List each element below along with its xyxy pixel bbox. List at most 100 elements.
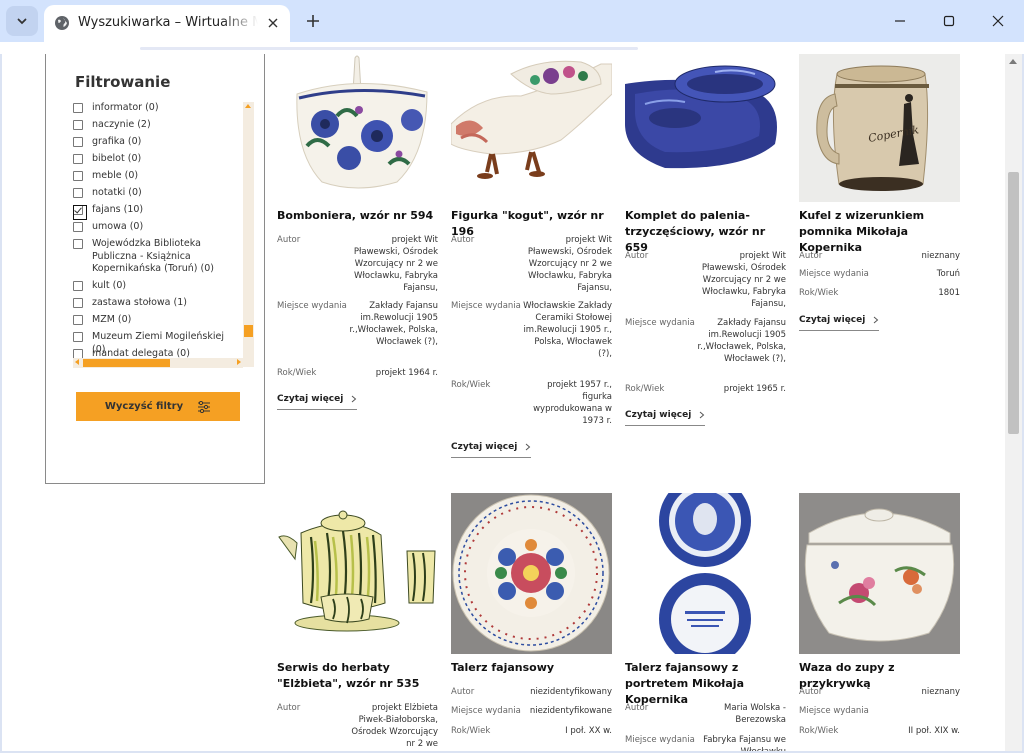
- checkbox[interactable]: [73, 298, 83, 308]
- filter-option[interactable]: bibelot (0): [73, 153, 238, 166]
- checkbox[interactable]: [73, 103, 83, 113]
- minimize-icon: [895, 20, 905, 22]
- checkbox[interactable]: [73, 315, 83, 325]
- author-label: Autor: [799, 251, 823, 261]
- filter-option[interactable]: Wojewódzka Biblioteka Publiczna - Książn…: [73, 238, 238, 276]
- item-image[interactable]: [625, 493, 786, 654]
- scroll-up-arrow-icon[interactable]: [245, 104, 251, 108]
- filter-option-label: kult (0): [92, 280, 127, 291]
- blue-floral-bowl-image: [277, 54, 438, 202]
- checkbox[interactable]: [73, 281, 83, 291]
- read-more-label: Czytaj więcej: [451, 442, 518, 452]
- read-more-link[interactable]: Czytaj więcej: [799, 315, 880, 331]
- filter-option[interactable]: informator (0): [73, 102, 238, 115]
- card-title[interactable]: Komplet do palenia-trzyczęściowy, wzór n…: [625, 208, 786, 256]
- author-value: niezidentyfikowany: [530, 687, 612, 697]
- card-title[interactable]: Serwis do herbaty "Elżbieta", wzór nr 53…: [277, 660, 438, 692]
- focused-checkbox-outline: [73, 205, 87, 220]
- filter-option[interactable]: notatki (0): [73, 187, 238, 200]
- active-tab[interactable]: Wyszukiwarka – Wirtualne Muzeum: [44, 5, 290, 42]
- year-label: Rok/Wiek: [799, 288, 839, 298]
- filter-option-label: zastawa stołowa (1): [92, 297, 187, 308]
- item-image[interactable]: [451, 493, 612, 654]
- checkbox[interactable]: [73, 137, 83, 147]
- filter-option-label: naczynie (2): [92, 119, 151, 130]
- item-image[interactable]: [277, 493, 438, 654]
- filter-scroll-thumb[interactable]: [244, 325, 253, 337]
- chevron-right-icon: [874, 316, 879, 324]
- new-tab-button[interactable]: [300, 8, 326, 34]
- year-value: 1801: [938, 288, 960, 298]
- page-scroll-thumb[interactable]: [1008, 172, 1019, 434]
- year-label: Rok/Wiek: [451, 726, 491, 736]
- maximize-button[interactable]: [926, 6, 972, 36]
- place-label: Miejsce wydania: [451, 706, 521, 716]
- year-value: II poł. XIX w.: [908, 726, 960, 736]
- soup-tureen-image: [799, 493, 960, 654]
- filter-option-label: fajans (10): [92, 204, 144, 215]
- close-window-button[interactable]: [975, 6, 1021, 36]
- item-image[interactable]: Copernik: [799, 54, 960, 215]
- minimize-button[interactable]: [877, 6, 923, 36]
- place-value: Włocławskie Zakłady Ceramiki Stołowej im…: [523, 301, 612, 359]
- read-more-link[interactable]: Czytaj więcej: [451, 442, 532, 458]
- filter-option[interactable]: grafika (0): [73, 136, 238, 149]
- filter-option[interactable]: zastawa stołowa (1): [73, 297, 238, 310]
- author-value: projekt Wit Pławewski, Ośrodek Wzorcując…: [527, 235, 612, 293]
- close-tab-button[interactable]: [264, 14, 282, 32]
- filter-option[interactable]: fajans (10): [73, 204, 238, 217]
- checkbox[interactable]: [73, 188, 83, 198]
- place-label: Miejsce wydania: [277, 301, 347, 311]
- filter-option-label: meble (0): [92, 170, 139, 181]
- filter-option[interactable]: meble (0): [73, 170, 238, 183]
- sliders-icon: [198, 400, 211, 413]
- read-more-link[interactable]: Czytaj więcej: [625, 410, 706, 426]
- checkbox[interactable]: [73, 239, 83, 249]
- item-image[interactable]: [451, 54, 612, 215]
- scroll-up-arrow-icon[interactable]: [1009, 59, 1017, 64]
- year-value: projekt 1964 r.: [375, 368, 438, 378]
- tab-search-button[interactable]: [6, 6, 38, 36]
- close-icon: [992, 15, 1004, 27]
- year-value: projekt 1957 r., figurka wyprodukowana w…: [533, 380, 612, 426]
- card-title[interactable]: Bomboniera, wzór nr 594: [277, 208, 438, 224]
- checkbox[interactable]: [73, 120, 83, 130]
- clear-filters-button[interactable]: Wyczyść filtry: [76, 392, 240, 421]
- page-scrollbar[interactable]: [1005, 54, 1022, 751]
- card-title[interactable]: Kufel z wizerunkiem pomnika Mikołaja Kop…: [799, 208, 960, 256]
- author-value: projekt Wit Pławewski, Ośrodek Wzorcując…: [701, 251, 786, 309]
- card-title[interactable]: Talerz fajansowy: [451, 660, 612, 676]
- filter-option[interactable]: naczynie (2): [73, 119, 238, 132]
- filter-option[interactable]: umowa (0): [73, 221, 238, 234]
- filter-list: informator (0) naczynie (2) grafika (0) bib…: [73, 102, 242, 367]
- scroll-right-arrow-icon[interactable]: [237, 359, 241, 365]
- item-image[interactable]: [799, 493, 960, 654]
- author-label: Autor: [451, 235, 475, 245]
- author-label: Autor: [625, 251, 649, 261]
- checkbox[interactable]: [73, 222, 83, 232]
- filter-option-label: grafika (0): [92, 136, 142, 147]
- scroll-left-arrow-icon[interactable]: [75, 359, 79, 365]
- author-label: Autor: [799, 687, 823, 697]
- read-more-link[interactable]: Czytaj więcej: [277, 394, 358, 410]
- card-title[interactable]: Talerz fajansowy z portretem Mikołaja Ko…: [625, 660, 786, 708]
- checkbox[interactable]: [73, 332, 83, 342]
- author-label: Autor: [277, 703, 301, 713]
- chevron-right-icon: [526, 443, 531, 451]
- filter-list-hscrollbar[interactable]: [73, 358, 243, 368]
- chevron-right-icon: [700, 411, 705, 419]
- checkbox[interactable]: [73, 154, 83, 164]
- filter-list-scrollbar[interactable]: [243, 102, 254, 367]
- item-image[interactable]: [625, 54, 786, 215]
- filter-option-label: MZM (0): [92, 314, 132, 325]
- filter-hscroll-thumb[interactable]: [83, 359, 170, 367]
- filter-option[interactable]: MZM (0): [73, 314, 238, 327]
- author-label: Autor: [277, 235, 301, 245]
- checkbox[interactable]: [73, 171, 83, 181]
- place-label: Miejsce wydania: [799, 269, 869, 279]
- place-label: Miejsce wydania: [625, 735, 695, 745]
- filter-option[interactable]: kult (0): [73, 280, 238, 293]
- chevron-down-icon: [17, 18, 27, 25]
- item-image[interactable]: [277, 54, 438, 215]
- author-value: nieznany: [921, 687, 960, 697]
